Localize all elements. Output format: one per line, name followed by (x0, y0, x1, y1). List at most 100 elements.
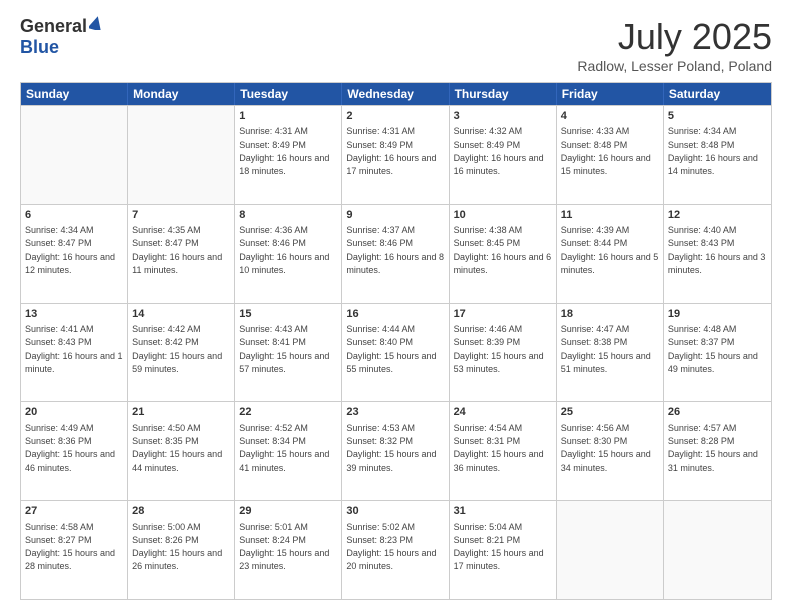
month-title: July 2025 (577, 16, 772, 58)
daylight-text: Daylight: 15 hours and 31 minutes. (668, 449, 758, 472)
sunrise-text: Sunrise: 4:56 AM (561, 423, 630, 433)
day-cell-22: 22Sunrise: 4:52 AMSunset: 8:34 PMDayligh… (235, 402, 342, 500)
empty-cell (21, 106, 128, 204)
weekday-saturday: Saturday (664, 83, 771, 105)
weekday-wednesday: Wednesday (342, 83, 449, 105)
sunrise-text: Sunrise: 4:46 AM (454, 324, 523, 334)
day-number: 21 (132, 405, 230, 420)
day-cell-27: 27Sunrise: 4:58 AMSunset: 8:27 PMDayligh… (21, 501, 128, 599)
sunrise-text: Sunrise: 4:35 AM (132, 225, 201, 235)
day-number: 5 (668, 109, 767, 124)
sunrise-text: Sunrise: 4:33 AM (561, 126, 630, 136)
logo-blue-text: Blue (20, 37, 59, 58)
day-cell-29: 29Sunrise: 5:01 AMSunset: 8:24 PMDayligh… (235, 501, 342, 599)
sunset-text: Sunset: 8:48 PM (668, 140, 735, 150)
sunrise-text: Sunrise: 4:57 AM (668, 423, 737, 433)
sunrise-text: Sunrise: 4:47 AM (561, 324, 630, 334)
sunset-text: Sunset: 8:24 PM (239, 535, 306, 545)
sunset-text: Sunset: 8:23 PM (346, 535, 413, 545)
day-number: 17 (454, 307, 552, 322)
weekday-thursday: Thursday (450, 83, 557, 105)
day-number: 24 (454, 405, 552, 420)
sunrise-text: Sunrise: 4:34 AM (668, 126, 737, 136)
day-cell-13: 13Sunrise: 4:41 AMSunset: 8:43 PMDayligh… (21, 304, 128, 402)
daylight-text: Daylight: 15 hours and 28 minutes. (25, 548, 115, 571)
day-cell-7: 7 Sunrise: 4:35 AM Sunset: 8:47 PM Daylight… (128, 205, 235, 303)
day-cell-4: 4Sunrise: 4:33 AMSunset: 8:48 PMDaylight… (557, 106, 664, 204)
sunrise-text: Sunrise: 4:42 AM (132, 324, 201, 334)
day-number: 27 (25, 504, 123, 519)
sunrise-text: Sunrise: 4:38 AM (454, 225, 523, 235)
sunrise-text: Sunrise: 4:44 AM (346, 324, 415, 334)
sunrise-text: Sunrise: 4:39 AM (561, 225, 630, 235)
day-number: 13 (25, 307, 123, 322)
day-cell-26: 26Sunrise: 4:57 AMSunset: 8:28 PMDayligh… (664, 402, 771, 500)
day-cell-17: 17 Sunrise: 4:46 AM Sunset: 8:39 PM Dayligh… (450, 304, 557, 402)
sunset-text: Sunset: 8:41 PM (239, 337, 306, 347)
daylight-text: Daylight: 15 hours and 53 minutes. (454, 351, 544, 374)
sunset-text: Sunset: 8:43 PM (668, 238, 735, 248)
daylight-text: Daylight: 16 hours and 3 minutes. (668, 252, 766, 275)
daylight-text: Daylight: 15 hours and 20 minutes. (346, 548, 436, 571)
daylight-text: Daylight: 15 hours and 46 minutes. (25, 449, 115, 472)
header: General Blue July 2025 Radlow, Lesser Po… (20, 16, 772, 74)
day-cell-18: 18Sunrise: 4:47 AMSunset: 8:38 PMDayligh… (557, 304, 664, 402)
daylight-text: Daylight: 15 hours and 34 minutes. (561, 449, 651, 472)
daylight-text: Daylight: 15 hours and 17 minutes. (454, 548, 544, 571)
day-number: 23 (346, 405, 444, 420)
day-cell-11: 11Sunrise: 4:39 AMSunset: 8:44 PMDayligh… (557, 205, 664, 303)
sunset-text: Sunset: 8:37 PM (668, 337, 735, 347)
sunset-text: Sunset: 8:48 PM (561, 140, 628, 150)
daylight-text: Daylight: 15 hours and 36 minutes. (454, 449, 544, 472)
day-cell-15: 15Sunrise: 4:43 AMSunset: 8:41 PMDayligh… (235, 304, 342, 402)
empty-cell (557, 501, 664, 599)
day-cell-5: 5Sunrise: 4:34 AMSunset: 8:48 PMDaylight… (664, 106, 771, 204)
sunset-text: Sunset: 8:35 PM (132, 436, 199, 446)
daylight-text: Daylight: 16 hours and 11 minutes. (132, 252, 222, 275)
sunset-text: Sunset: 8:39 PM (454, 337, 521, 347)
daylight-text: Daylight: 15 hours and 41 minutes. (239, 449, 329, 472)
daylight-text: Daylight: 15 hours and 23 minutes. (239, 548, 329, 571)
sunrise-text: Sunrise: 4:54 AM (454, 423, 523, 433)
daylight-text: Daylight: 16 hours and 10 minutes. (239, 252, 329, 275)
day-number: 16 (346, 307, 444, 322)
sunset-text: Sunset: 8:47 PM (132, 238, 199, 248)
daylight-text: Daylight: 15 hours and 59 minutes. (132, 351, 222, 374)
sunset-text: Sunset: 8:31 PM (454, 436, 521, 446)
daylight-text: Daylight: 16 hours and 1 minute. (25, 351, 123, 374)
sunrise-text: Sunrise: 5:02 AM (346, 522, 415, 532)
sunrise-text: Sunrise: 4:43 AM (239, 324, 308, 334)
sunset-text: Sunset: 8:38 PM (561, 337, 628, 347)
day-cell-31: 31Sunrise: 5:04 AMSunset: 8:21 PMDayligh… (450, 501, 557, 599)
day-number: 8 (239, 208, 337, 223)
day-number: 6 (25, 208, 123, 223)
daylight-text: Daylight: 16 hours and 15 minutes. (561, 153, 651, 176)
sunrise-text: Sunrise: 5:01 AM (239, 522, 308, 532)
day-number: 7 (132, 208, 230, 223)
sunrise-text: Sunrise: 4:49 AM (25, 423, 94, 433)
day-cell-14: 14 Sunrise: 4:42 AM Sunset: 8:42 PM Dayligh… (128, 304, 235, 402)
day-number: 3 (454, 109, 552, 124)
daylight-text: Daylight: 15 hours and 39 minutes. (346, 449, 436, 472)
daylight-text: Daylight: 16 hours and 17 minutes. (346, 153, 436, 176)
sunset-text: Sunset: 8:45 PM (454, 238, 521, 248)
day-number: 14 (132, 307, 230, 322)
daylight-text: Daylight: 16 hours and 5 minutes. (561, 252, 659, 275)
sunset-text: Sunset: 8:40 PM (346, 337, 413, 347)
sunset-text: Sunset: 8:49 PM (346, 140, 413, 150)
sunset-text: Sunset: 8:36 PM (25, 436, 92, 446)
daylight-text: Daylight: 16 hours and 18 minutes. (239, 153, 329, 176)
sunrise-text: Sunrise: 4:31 AM (239, 126, 308, 136)
sunrise-text: Sunrise: 4:48 AM (668, 324, 737, 334)
sunset-text: Sunset: 8:34 PM (239, 436, 306, 446)
day-number: 18 (561, 307, 659, 322)
sunset-text: Sunset: 8:44 PM (561, 238, 628, 248)
calendar-row-3: 20Sunrise: 4:49 AMSunset: 8:36 PMDayligh… (21, 401, 771, 500)
sunrise-text: Sunrise: 4:50 AM (132, 423, 201, 433)
day-cell-2: 2Sunrise: 4:31 AMSunset: 8:49 PMDaylight… (342, 106, 449, 204)
sunset-text: Sunset: 8:42 PM (132, 337, 199, 347)
day-cell-24: 24 Sunrise: 4:54 AM Sunset: 8:31 PM Dayligh… (450, 402, 557, 500)
sunrise-text: Sunrise: 4:37 AM (346, 225, 415, 235)
sunrise-text: Sunrise: 4:36 AM (239, 225, 308, 235)
day-number: 2 (346, 109, 444, 124)
